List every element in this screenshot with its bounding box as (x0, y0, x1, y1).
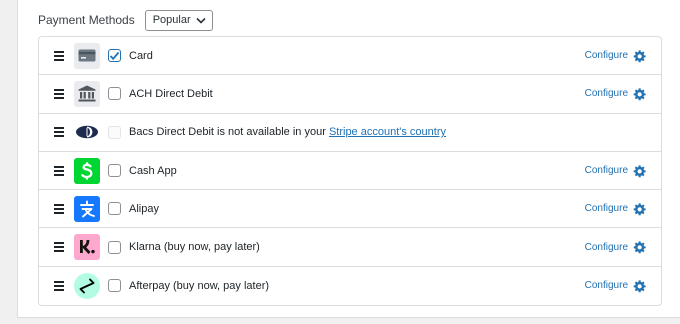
sort-select[interactable]: Popular (144, 9, 213, 31)
cash-app-checkbox[interactable] (108, 164, 121, 178)
cash-app-label: Cash App (129, 164, 177, 177)
bacs-icon (74, 119, 100, 145)
payment-method-row-cash-app: Cash App Configure (39, 152, 661, 191)
payment-methods-list: Card Configure ACH Direct Debit Configur… (38, 36, 662, 307)
alipay-label: Alipay (129, 202, 159, 215)
drag-handle-icon[interactable] (54, 280, 64, 291)
gear-icon[interactable] (633, 202, 647, 216)
drag-handle-icon[interactable] (54, 127, 64, 138)
drag-handle-icon[interactable] (54, 165, 64, 176)
afterpay-label: Afterpay (buy now, pay later) (129, 279, 270, 292)
payment-method-row-afterpay: Afterpay (buy now, pay later) Configure (39, 267, 661, 305)
gear-icon[interactable] (633, 87, 647, 101)
gear-icon[interactable] (633, 240, 647, 254)
configure-label: Configure (584, 241, 628, 253)
bank-icon (74, 80, 100, 107)
drag-handle-icon[interactable] (54, 242, 64, 253)
gear-icon[interactable] (633, 164, 647, 178)
klarna-configure-button[interactable]: Configure (585, 228, 647, 265)
alipay-configure-button[interactable]: Configure (585, 190, 647, 227)
stripe-account-country-link[interactable]: Stripe account's country (329, 126, 446, 138)
ach-configure-button[interactable]: Configure (585, 75, 647, 112)
payment-method-row-card: Card Configure (39, 37, 661, 76)
payment-method-row-ach: ACH Direct Debit Configure (39, 75, 661, 114)
card-label: Card (129, 49, 153, 62)
configure-label: Configure (584, 165, 628, 177)
payment-method-row-klarna: Klarna (buy now, pay later) Configure (39, 228, 661, 267)
gear-icon[interactable] (633, 279, 647, 293)
configure-label: Configure (584, 203, 628, 215)
payment-method-row-alipay: Alipay Configure (39, 190, 661, 229)
payment-methods-title: Payment Methods (38, 13, 135, 27)
afterpay-icon (74, 272, 100, 299)
chevron-down-icon (196, 17, 206, 24)
configure-label: Configure (584, 88, 628, 100)
card-checkbox[interactable] (108, 49, 121, 63)
drag-handle-icon[interactable] (54, 50, 64, 61)
card-configure-button[interactable]: Configure (585, 37, 647, 74)
sort-select-value: Popular (152, 14, 191, 26)
ach-checkbox[interactable] (108, 87, 121, 101)
alipay-checkbox[interactable] (108, 202, 121, 216)
afterpay-configure-button[interactable]: Configure (585, 267, 647, 305)
alipay-icon (74, 195, 100, 222)
afterpay-checkbox[interactable] (108, 279, 121, 293)
drag-handle-icon[interactable] (54, 203, 64, 214)
drag-handle-icon[interactable] (54, 88, 64, 99)
payment-methods-header: Payment Methods Popular (38, 8, 213, 32)
klarna-label: Klarna (buy now, pay later) (129, 241, 260, 254)
configure-label: Configure (584, 280, 628, 292)
card-icon (74, 42, 100, 69)
payment-method-row-bacs: Bacs Direct Debit is not available in yo… (39, 114, 661, 152)
gear-icon[interactable] (633, 49, 647, 63)
bacs-unavailable-text: Bacs Direct Debit is not available in yo… (129, 126, 329, 139)
ach-label: ACH Direct Debit (129, 87, 213, 100)
checkmark-icon (109, 51, 120, 60)
configure-label: Configure (584, 50, 628, 62)
bacs-checkbox (108, 125, 121, 139)
klarna-icon (74, 234, 100, 261)
cash-app-icon (74, 157, 100, 184)
klarna-checkbox[interactable] (108, 240, 121, 254)
settings-panel: Payment Methods Popular Card Configure A… (17, 0, 680, 318)
bacs-unavailable-message: Bacs Direct Debit is not available in yo… (129, 126, 446, 138)
cash-app-configure-button[interactable]: Configure (585, 152, 647, 189)
